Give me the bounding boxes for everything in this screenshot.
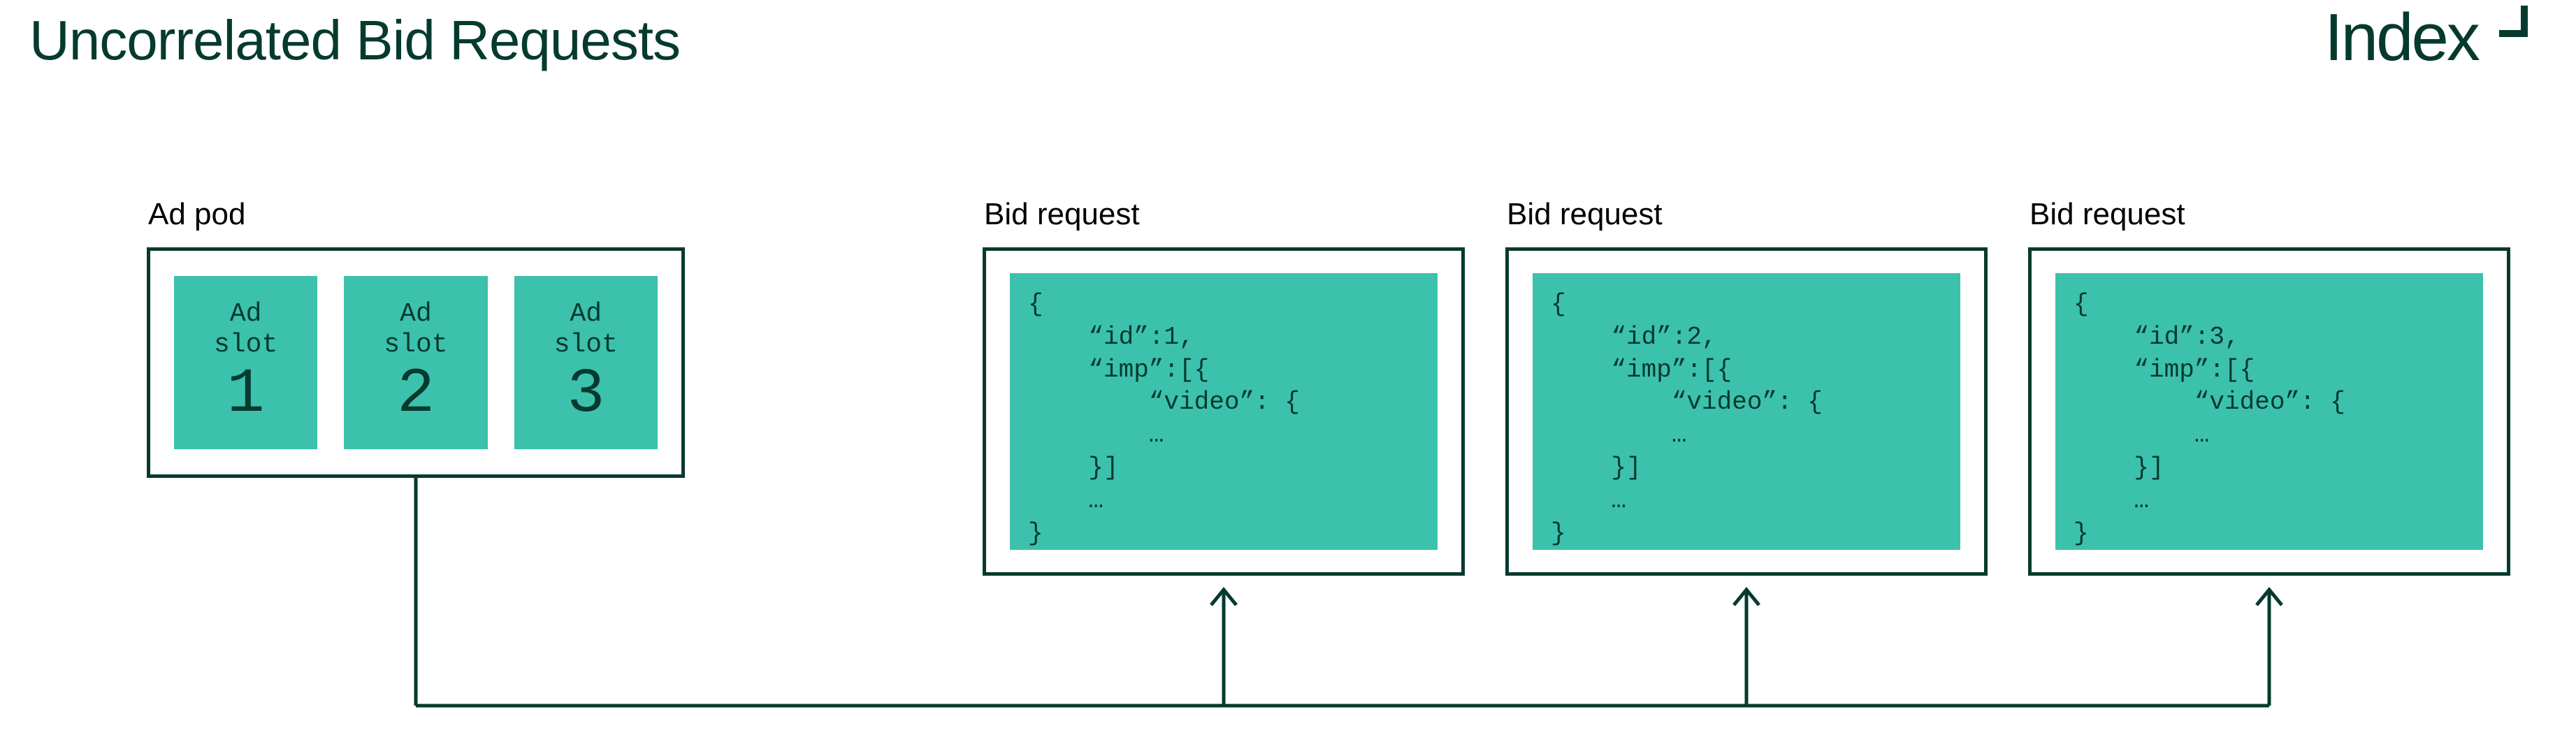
bid-label: Bid request (1507, 197, 1663, 232)
adpod-box: Ad slot 1 Ad slot 2 Ad slot 3 (147, 247, 685, 478)
ad-slot: Ad slot 1 (174, 276, 317, 449)
adpod-label: Ad pod (148, 197, 245, 232)
ad-slot-number: 2 (397, 363, 435, 426)
bid-label: Bid request (984, 197, 1140, 232)
ad-slot-number: 1 (227, 363, 265, 426)
bid-code: { “id”:2, “imp”:[{ “video”: { … }] … } (1533, 273, 1960, 550)
bid-box: { “id”:3, “imp”:[{ “video”: { … }] … } (2028, 247, 2510, 576)
bid-box: { “id”:1, “imp”:[{ “video”: { … }] … } (983, 247, 1465, 576)
ad-slot-number: 3 (567, 363, 605, 426)
brand-logo: Index (2324, 3, 2534, 80)
ad-slot-label: Ad slot (384, 299, 447, 360)
ad-slot-label: Ad slot (214, 299, 277, 360)
ad-slot: Ad slot 2 (344, 276, 487, 449)
ad-slot-label: Ad slot (554, 299, 618, 360)
bid-code: { “id”:1, “imp”:[{ “video”: { … }] … } (1010, 273, 1438, 550)
bid-label: Bid request (2029, 197, 2185, 232)
page-title: Uncorrelated Bid Requests (29, 8, 680, 73)
brand-text: Index (2324, 3, 2480, 75)
bid-box: { “id”:2, “imp”:[{ “video”: { … }] … } (1505, 247, 1988, 576)
bid-code: { “id”:3, “imp”:[{ “video”: { … }] … } (2055, 273, 2483, 550)
ad-slot: Ad slot 3 (514, 276, 658, 449)
